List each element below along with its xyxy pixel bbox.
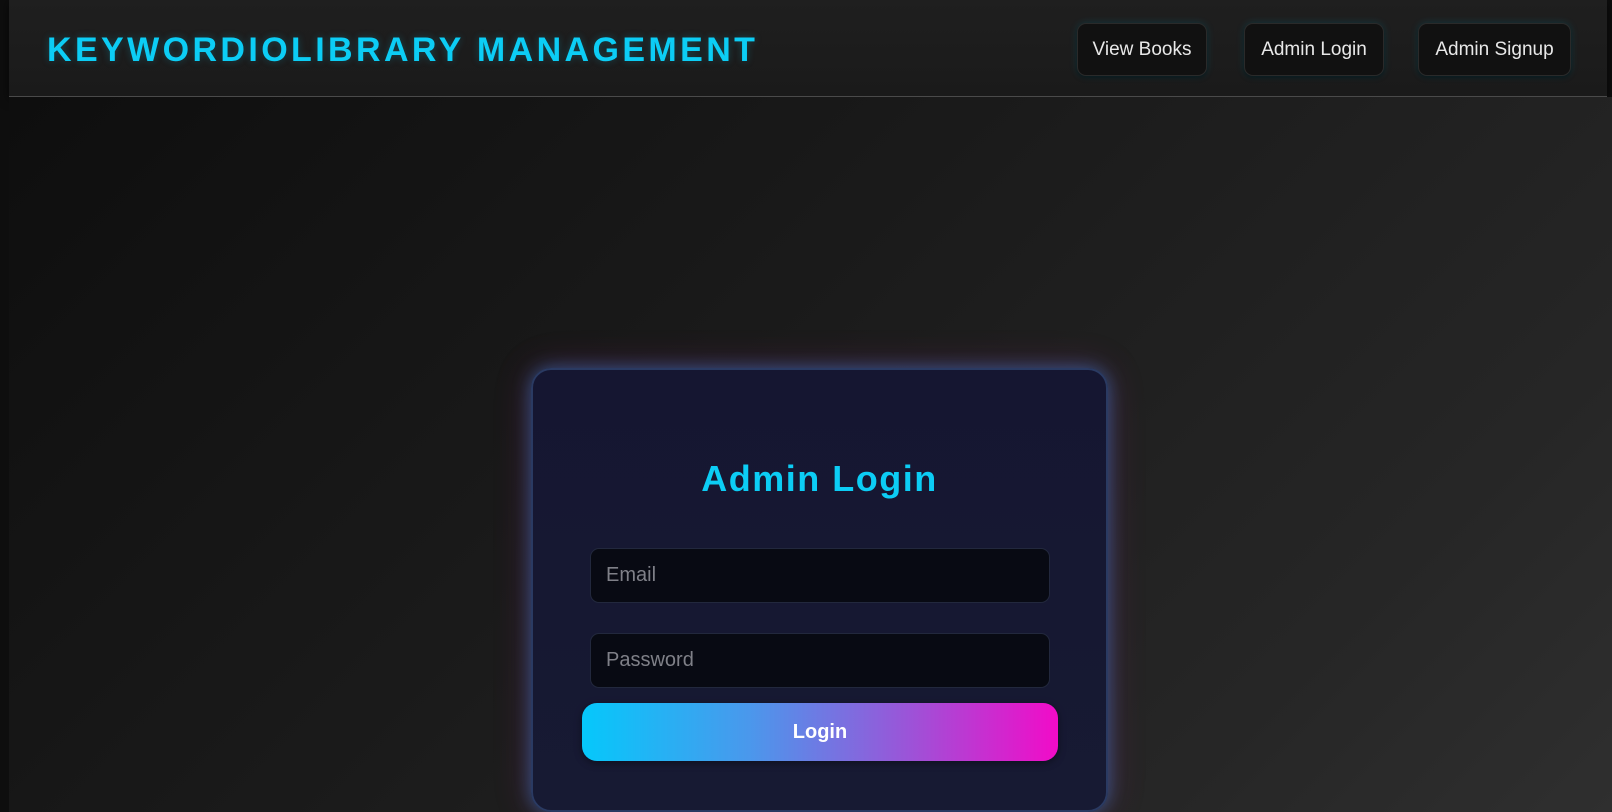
main-content: Admin Login Login	[9, 97, 1612, 812]
password-input[interactable]	[590, 633, 1050, 688]
login-title: Admin Login	[701, 458, 938, 499]
nav-admin-signup-button[interactable]: Admin Signup	[1418, 23, 1571, 76]
brand-title: KEYWORDIOLIBRARY MANAGEMENT	[47, 31, 759, 69]
page: KEYWORDIOLIBRARY MANAGEMENT View Books A…	[0, 0, 1612, 812]
email-input[interactable]	[590, 548, 1050, 603]
admin-login-card: Admin Login Login	[531, 368, 1108, 812]
nav-view-books-button[interactable]: View Books	[1077, 23, 1207, 76]
login-button[interactable]: Login	[582, 703, 1058, 761]
top-nav-bar: KEYWORDIOLIBRARY MANAGEMENT View Books A…	[9, 0, 1607, 97]
nav-admin-login-button[interactable]: Admin Login	[1244, 23, 1384, 76]
